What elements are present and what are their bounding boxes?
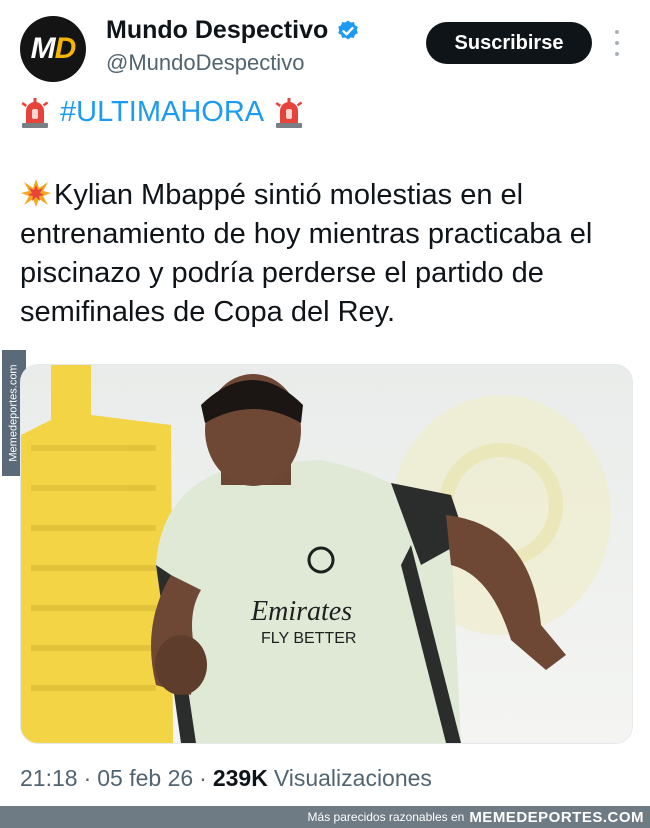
hashtag-link[interactable]: #ULTIMAHORA [60,96,264,129]
subscribe-button[interactable]: Suscribirse [426,22,592,64]
tweet-image[interactable]: Emirates FLY BETTER [20,364,633,744]
avatar-letter-m: M [30,32,56,65]
player-photo: Emirates FLY BETTER [21,365,632,743]
account-name[interactable]: Mundo Despectivo [106,16,328,45]
collision-icon [21,179,51,207]
tweet-body: Kylian Mbappé sintió molestias en el ent… [20,179,593,328]
views-label: Visualizaciones [273,765,432,791]
verified-badge-icon [338,20,359,39]
side-watermark-text: Memedeportes.com [8,364,20,462]
meta-separator: · [199,765,207,791]
avatar-letter-d: D [54,32,77,65]
tweet-date[interactable]: 05 feb 26 [97,765,193,792]
tweet-text: Kylian Mbappé sintió molestias en el ent… [20,176,620,332]
account-name-row: Mundo Despectivo [106,16,360,45]
account-handle[interactable]: @MundoDespectivo [106,50,304,76]
tweet-meta: 21:18 · 05 feb 26 · 239K Visualizaciones [20,765,432,792]
siren-icon [275,97,303,128]
avatar[interactable]: MD [20,16,86,82]
sponsor-text: Emirates [250,596,352,627]
tweet-time[interactable]: 21:18 [20,765,78,792]
hashtag-line: #ULTIMAHORA [20,96,304,129]
more-options-icon[interactable] [612,30,622,56]
footer-watermark-brand[interactable]: MEMEDEPORTES.COM [469,809,644,826]
views-count: 239K [212,765,268,791]
sponsor-tagline: FLY BETTER [261,630,356,647]
meta-separator: · [83,765,92,791]
footer-watermark: Más parecidos razonables en MEMEDEPORTES… [0,806,650,828]
footer-watermark-text: Más parecidos razonables en [307,810,465,824]
siren-icon [21,97,49,128]
